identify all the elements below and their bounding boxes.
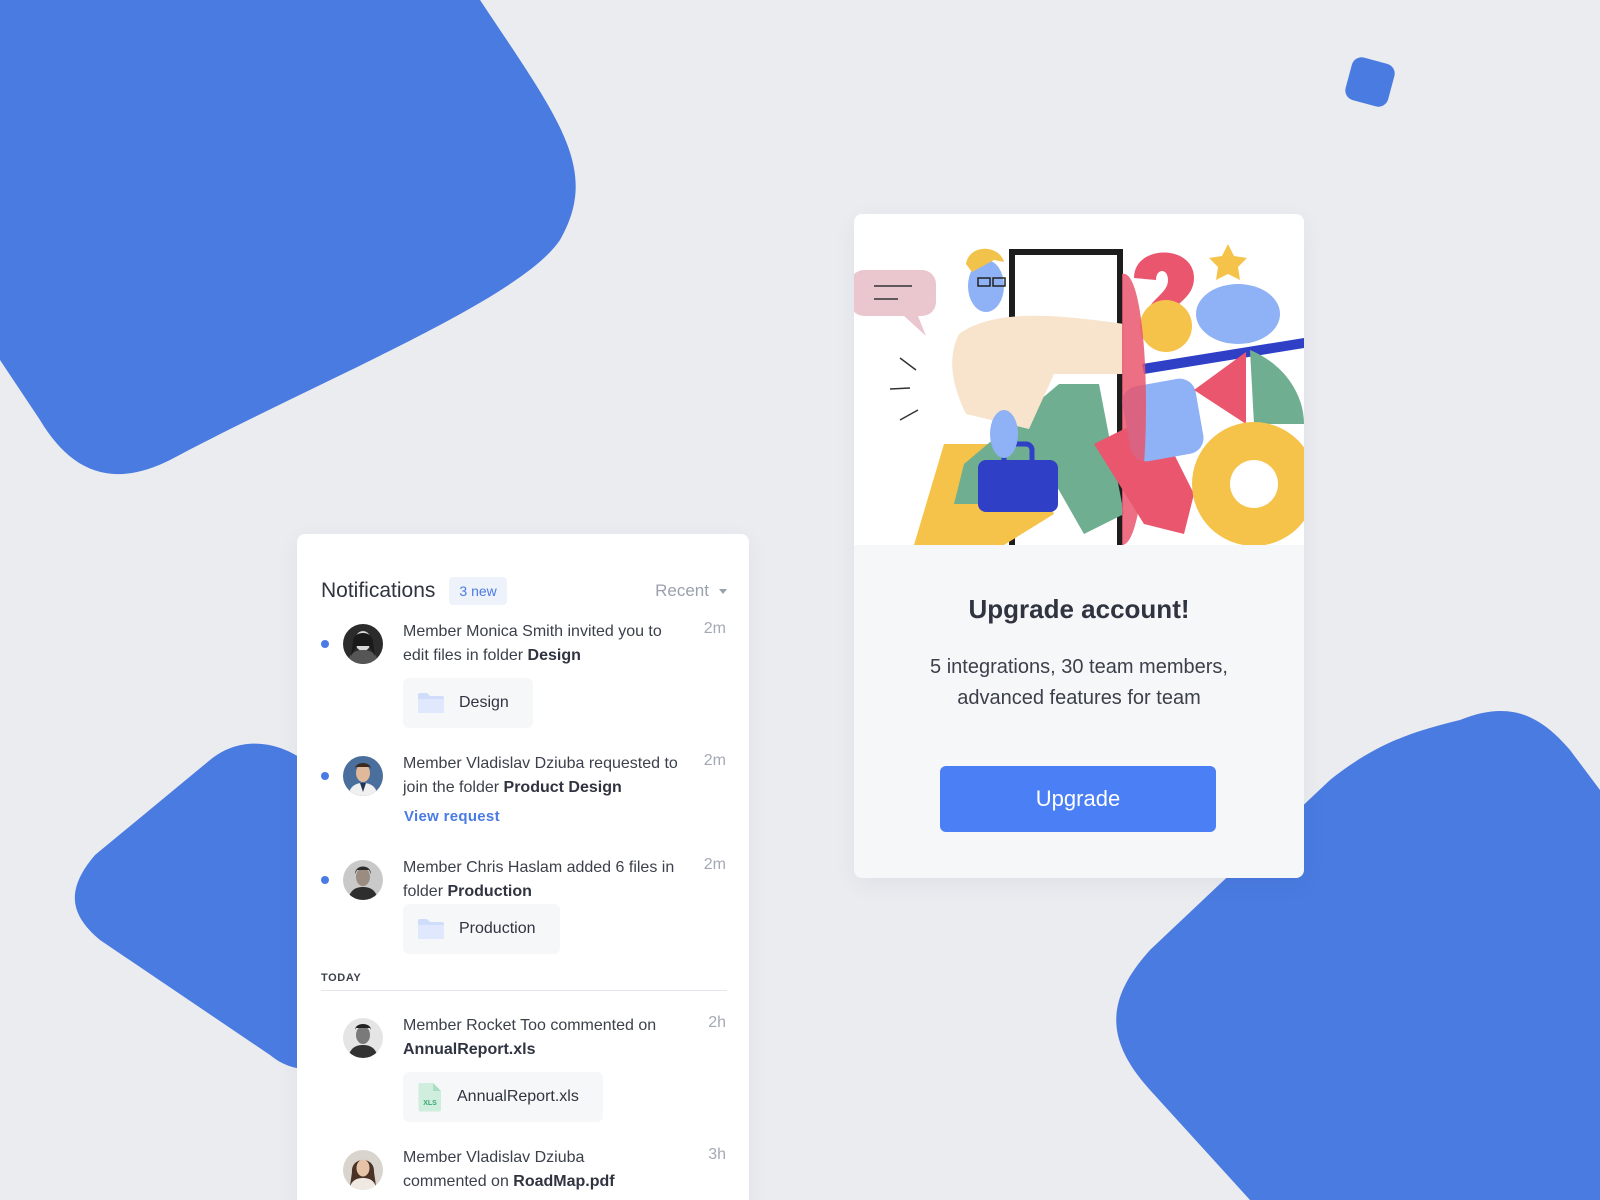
upgrade-title: Upgrade account! [968, 594, 1190, 624]
folder-attachment[interactable]: Production [403, 904, 560, 954]
attachment-label: Design [459, 694, 509, 711]
svg-text:XLS: XLS [423, 1100, 437, 1107]
upgrade-button[interactable]: Upgrade [940, 766, 1216, 832]
notification-item[interactable]: Member Vladislav Dziuba commented on Roa… [297, 1146, 749, 1200]
attachment-label: AnnualReport.xls [457, 1088, 579, 1105]
view-request-link[interactable]: View request [404, 808, 500, 825]
notification-item[interactable]: Member Monica Smith invited you to edit … [297, 620, 749, 740]
background-shape-top-left [0, 0, 576, 475]
notification-time: 2m [703, 856, 726, 873]
notifications-title: Notifications [321, 579, 436, 602]
sort-dropdown-value: Recent [655, 581, 709, 600]
notification-text: Member Rocket Too commented on AnnualRep… [403, 1017, 657, 1058]
avatar [343, 1018, 383, 1058]
notifications-panel: Notifications 3 new Recent Member Monica… [297, 534, 749, 1200]
notification-time: 2h [708, 1014, 726, 1031]
background-shape-small-square [1345, 57, 1395, 107]
folder-icon [418, 919, 444, 939]
unread-dot [321, 876, 329, 884]
unread-dot [321, 640, 329, 648]
sort-dropdown[interactable]: Recent [655, 581, 727, 601]
upgrade-description: 5 integrations, 30 team members, advance… [930, 656, 1228, 709]
upgrade-card: Upgrade account! 5 integrations, 30 team… [854, 214, 1304, 878]
avatar [343, 624, 383, 664]
xls-file-icon: XLS [418, 1083, 441, 1112]
notification-text: Member Vladislav Dziuba requested to joi… [403, 755, 678, 796]
notification-item[interactable]: Member Rocket Too commented on AnnualRep… [297, 1014, 749, 1134]
avatar [343, 756, 383, 796]
notification-text: Member Vladislav Dziuba commented on Roa… [403, 1149, 615, 1190]
folder-attachment[interactable]: Design [403, 678, 533, 728]
notification-time: 2m [703, 752, 726, 769]
section-label-today: TODAY [321, 972, 362, 984]
upgrade-illustration [854, 214, 1304, 546]
caret-down-icon [719, 588, 727, 594]
unread-dot [321, 772, 329, 780]
new-count-badge: 3 new [449, 577, 507, 605]
folder-icon [418, 693, 444, 713]
notification-item[interactable]: Member Chris Haslam added 6 files in fol… [297, 856, 749, 976]
notification-time: 3h [708, 1146, 726, 1163]
file-attachment[interactable]: XLS AnnualReport.xls [403, 1072, 603, 1122]
attachment-label: Production [459, 920, 536, 937]
avatar [343, 860, 383, 900]
notification-text: Member Monica Smith invited you to edit … [403, 623, 662, 664]
avatar [343, 1150, 383, 1190]
notification-item[interactable]: Member Vladislav Dziuba requested to joi… [297, 752, 749, 842]
notifications-header: Notifications 3 new Recent [321, 574, 727, 608]
notification-time: 2m [703, 620, 726, 637]
notification-text: Member Chris Haslam added 6 files in fol… [403, 859, 675, 900]
divider [321, 990, 727, 991]
